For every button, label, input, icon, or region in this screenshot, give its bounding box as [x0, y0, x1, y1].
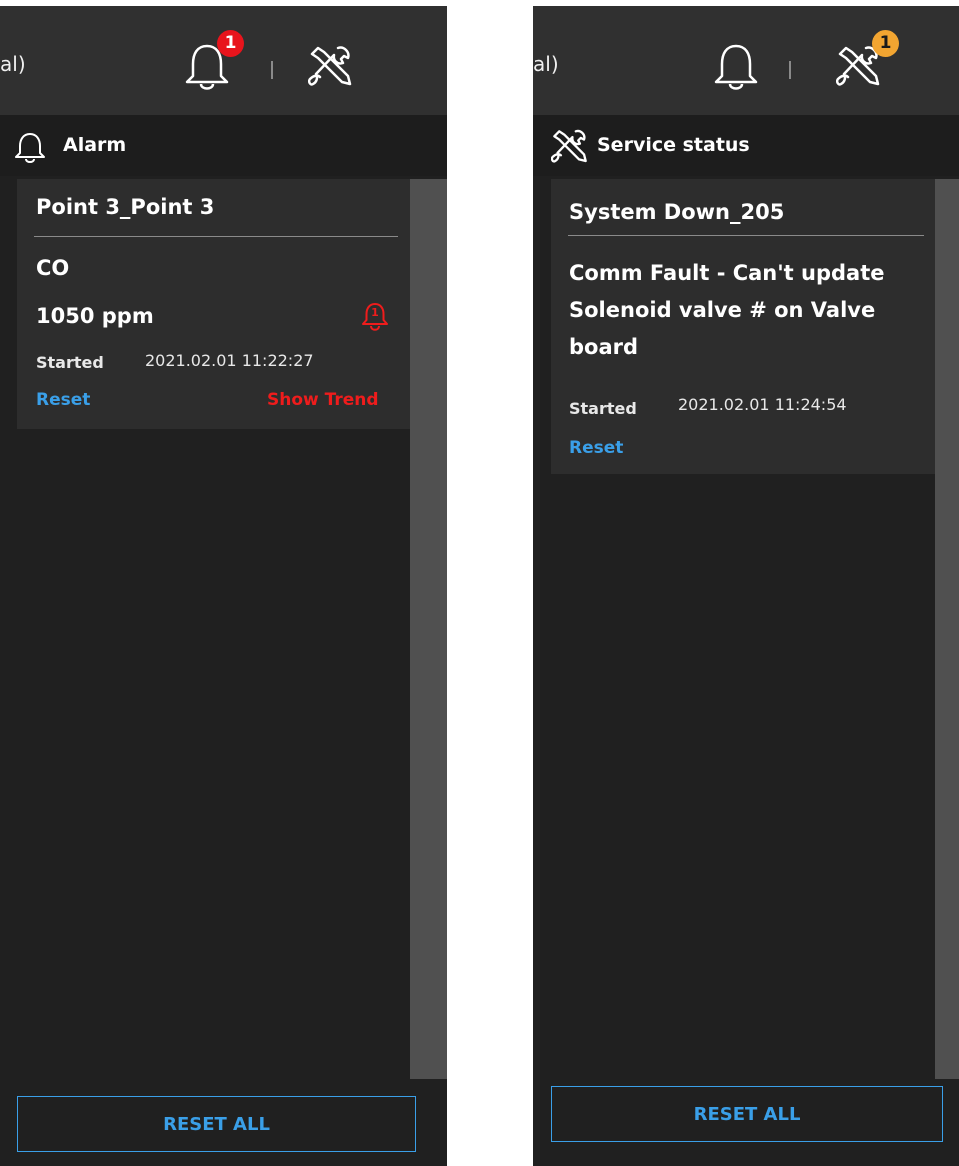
alarm-panel: al) 1 Alarm Point 3_Point 3 CO 1050 ppm [0, 6, 447, 1166]
reset-all-button[interactable]: RESET ALL [551, 1086, 943, 1142]
gas-reading: 1050 ppm [36, 304, 154, 328]
reset-link[interactable]: Reset [569, 438, 623, 458]
alarm-count-badge: 1 [217, 30, 244, 57]
bell-icon [15, 133, 45, 163]
service-card: System Down_205 Comm Fault - Can't updat… [551, 179, 935, 474]
reset-link[interactable]: Reset [36, 390, 90, 410]
card-title: System Down_205 [569, 200, 785, 224]
started-label: Started [36, 353, 104, 372]
card-title: Point 3_Point 3 [36, 195, 215, 219]
divider [789, 61, 791, 79]
tools-icon [551, 129, 587, 163]
show-trend-link[interactable]: Show Trend [267, 390, 379, 410]
top-bar: al) 1 [533, 6, 959, 115]
service-count-badge: 1 [872, 30, 899, 57]
header-title: Alarm [63, 134, 127, 156]
header-title: Service status [597, 134, 750, 156]
alarm-bell-count: 1 [371, 306, 379, 319]
reset-all-button[interactable]: RESET ALL [17, 1096, 416, 1152]
started-timestamp: 2021.02.01 11:22:27 [145, 351, 314, 370]
topbar-text: al) [0, 52, 26, 76]
tools-icon[interactable] [308, 44, 354, 90]
alarm-header: Alarm [0, 115, 447, 176]
started-label: Started [569, 399, 637, 418]
bell-icon[interactable] [714, 40, 758, 94]
divider [271, 61, 273, 79]
service-header: Service status [533, 115, 959, 176]
card-divider [34, 236, 398, 237]
topbar-text: al) [533, 52, 559, 76]
scrollbar-track[interactable] [410, 179, 447, 1079]
started-timestamp: 2021.02.01 11:24:54 [678, 395, 847, 414]
service-panel: al) 1 Service status System Down_205 Com… [533, 6, 959, 1166]
gas-name: CO [36, 256, 70, 280]
card-divider [568, 235, 924, 236]
alarm-card: Point 3_Point 3 CO 1050 ppm 1 Started 20… [17, 179, 410, 429]
top-bar: al) 1 [0, 6, 447, 115]
fault-message: Comm Fault - Can't update Solenoid valve… [569, 261, 885, 359]
